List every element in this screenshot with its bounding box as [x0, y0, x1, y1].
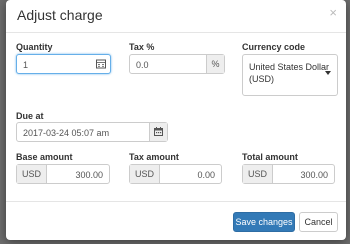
tax-amount-value: 0.00 — [197, 170, 215, 180]
total-amount-currency-addon: USD — [243, 165, 273, 183]
currency-select[interactable]: United States Dollar (USD) — [242, 54, 338, 96]
save-changes-button[interactable]: Save changes — [233, 212, 295, 232]
currency-label: Currency code — [242, 42, 306, 52]
total-amount-label: Total amount — [242, 152, 298, 162]
calendar-icon[interactable] — [149, 123, 167, 141]
due-at-value: 2017-03-24 05:07 am — [23, 128, 110, 138]
close-button[interactable]: × — [329, 6, 337, 20]
total-amount-input[interactable]: USD 300.00 — [242, 164, 335, 184]
footer-divider — [6, 201, 346, 202]
tax-amount-input[interactable]: USD 0.00 — [129, 164, 222, 184]
modal-title: Adjust charge — [17, 7, 103, 23]
calculator-icon[interactable] — [96, 59, 106, 69]
quantity-label: Quantity — [16, 42, 53, 52]
adjust-charge-dialog: Adjust charge × Quantity 1 Tax % 0.0 % C… — [6, 0, 346, 240]
due-at-input[interactable]: 2017-03-24 05:07 am — [16, 122, 168, 142]
base-amount-input[interactable]: USD 300.00 — [16, 164, 110, 184]
total-amount-value: 300.00 — [300, 170, 328, 180]
due-at-label: Due at — [16, 111, 44, 121]
tax-percent-value: 0.0 — [136, 60, 149, 70]
cancel-button[interactable]: Cancel — [299, 212, 338, 232]
tax-percent-label: Tax % — [129, 42, 155, 52]
tax-percent-input[interactable]: 0.0 % — [129, 54, 225, 74]
base-amount-currency-addon: USD — [17, 165, 47, 183]
currency-selected-line2: (USD) — [249, 74, 274, 84]
quantity-value: 1 — [23, 60, 29, 70]
tax-amount-label: Tax amount — [129, 152, 179, 162]
tax-amount-currency-addon: USD — [130, 165, 160, 183]
currency-selected-line1: United States Dollar — [249, 62, 330, 72]
header-divider — [6, 32, 346, 33]
base-amount-label: Base amount — [16, 152, 73, 162]
chevron-down-icon — [325, 71, 331, 75]
quantity-input[interactable]: 1 — [16, 54, 111, 74]
base-amount-value: 300.00 — [75, 170, 103, 180]
percent-addon: % — [206, 55, 224, 73]
